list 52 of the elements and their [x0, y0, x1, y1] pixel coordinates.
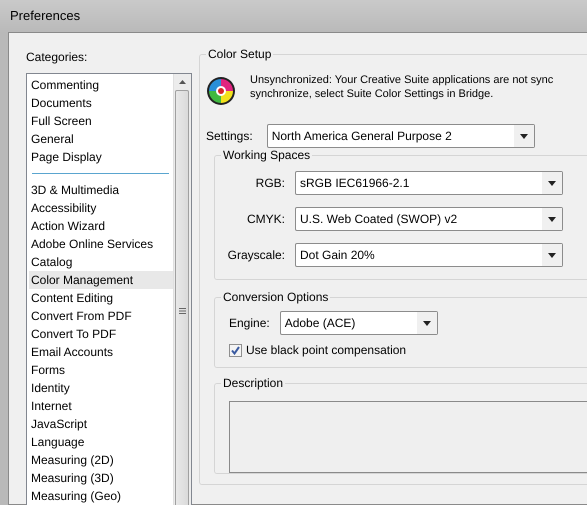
group-title: Conversion Options	[221, 290, 330, 304]
dropdown[interactable]: sRGB IEC61966-2.1	[295, 171, 563, 195]
field-label: CMYK:	[246, 212, 285, 226]
category-item[interactable]: Catalog	[29, 253, 173, 271]
caret-icon	[548, 216, 556, 222]
dropdown[interactable]: Dot Gain 20%	[295, 243, 563, 267]
category-item[interactable]: Internet	[29, 397, 173, 415]
grip-icon	[178, 308, 186, 314]
group-title: Color Setup	[206, 47, 274, 61]
category-item[interactable]: JavaScript	[29, 415, 173, 433]
category-item[interactable]: Documents	[29, 94, 173, 112]
dropdown[interactable]: U.S. Web Coated (SWOP) v2	[295, 207, 563, 231]
category-item[interactable]: Accessibility	[29, 199, 173, 217]
group-title: Description	[221, 376, 286, 390]
caret-icon	[548, 252, 556, 258]
color-wheel-icon	[206, 76, 236, 106]
category-item[interactable]: 3D & Multimedia	[29, 181, 173, 199]
checkbox[interactable]	[229, 344, 242, 356]
category-item[interactable]: Measuring (Geo)	[29, 487, 173, 505]
category-item[interactable]: Full Screen	[29, 112, 173, 130]
caret-icon	[548, 180, 556, 186]
category-item[interactable]: General	[29, 130, 173, 148]
category-item[interactable]: Measuring (3D)	[29, 469, 173, 487]
category-item[interactable]: Page Display	[29, 148, 173, 166]
dropdown[interactable]: North America General Purpose 2	[266, 124, 535, 148]
category-item[interactable]: Identity	[29, 379, 173, 397]
scrollbar[interactable]	[173, 74, 191, 505]
category-item[interactable]: Commenting	[29, 76, 173, 94]
sync-message: Unsynchronized: Your Creative Suite applications are not sync synchronize, select Suite Color Settings in Bridge.	[250, 73, 554, 101]
scroll-up-icon[interactable]	[179, 80, 186, 84]
caret-icon	[520, 134, 528, 138]
category-item[interactable]: Language	[29, 433, 173, 451]
caret-icon	[422, 320, 431, 326]
scroll-thumb[interactable]	[175, 90, 189, 505]
category-item[interactable]: Measuring (2D)	[29, 451, 173, 469]
category-item[interactable]: Action Wizard	[29, 217, 173, 235]
field-label: Engine:	[229, 316, 270, 330]
dropdown[interactable]: Adobe (ACE)	[280, 311, 438, 335]
field-label: Settings:	[206, 129, 253, 143]
category-item[interactable]: Content Editing	[29, 289, 173, 307]
category-item[interactable]: Convert From PDF	[29, 307, 173, 325]
field-label: RGB:	[256, 176, 285, 190]
category-item[interactable]: Forms	[29, 361, 173, 379]
category-item[interactable]: Adobe Online Services	[29, 235, 173, 253]
category-item[interactable]: Color Management	[29, 271, 173, 289]
checkbox-label: Use black point compensation	[246, 343, 406, 357]
window-title: Preferences	[10, 8, 80, 23]
field-label: Grayscale:	[228, 248, 285, 262]
group-title: Working Spaces	[221, 148, 312, 162]
category-item[interactable]: Convert To PDF	[29, 325, 173, 343]
category-item[interactable]: Email Accounts	[29, 343, 173, 361]
categories-label: Categories:	[26, 50, 88, 64]
